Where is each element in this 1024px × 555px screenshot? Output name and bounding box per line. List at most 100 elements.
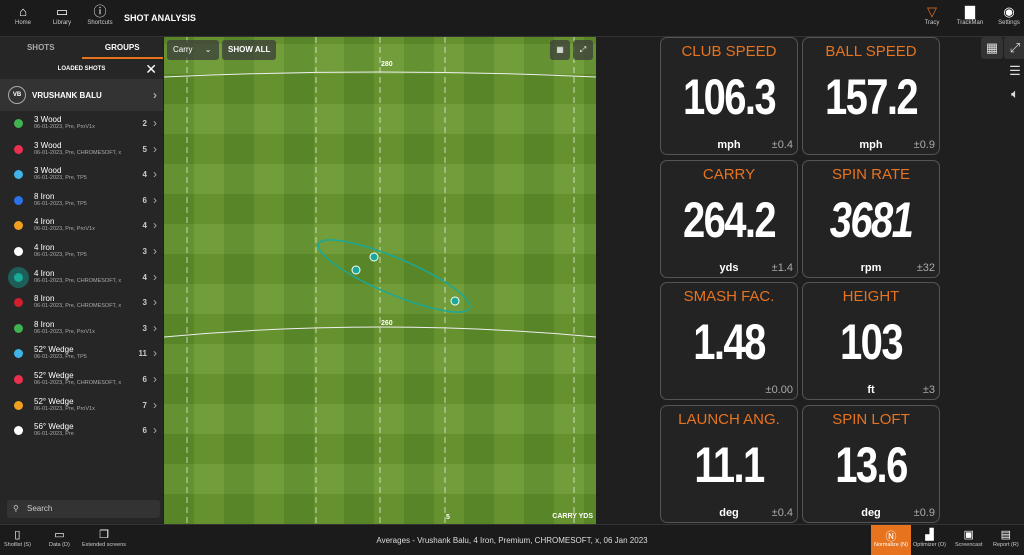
chevron-right-icon: › — [153, 320, 157, 335]
shot-count: 3 — [142, 298, 147, 308]
chevron-right-icon: › — [153, 295, 157, 310]
tile-value: 13.6 — [835, 436, 908, 493]
tracy-icon: ▽ — [927, 4, 937, 19]
group-item[interactable]: 52° Wedge 06-01-2023, Pre, ProV1x 7 › — [0, 393, 163, 419]
shot-count: 5 — [142, 144, 147, 154]
group-item[interactable]: 8 Iron 06-01-2023, Pre, TP5 6 › — [0, 188, 163, 214]
ball-icon — [14, 195, 23, 205]
unit-label: CARRY YDS — [552, 513, 593, 520]
group-item[interactable]: 8 Iron 06-01-2023, Pre, ProV1x 3 › — [0, 316, 163, 342]
tile-deviation: ±0.4 — [771, 139, 793, 151]
shot-count: 2 — [142, 119, 147, 128]
tile-label: LAUNCH ANG. — [678, 410, 780, 428]
search-input[interactable]: ⚲ Search — [7, 500, 160, 518]
tile-carry[interactable]: CARRY 264.2 yds ±1.4 — [660, 159, 798, 278]
tile-height[interactable]: HEIGHT 103 ft ±3 — [802, 282, 940, 400]
avatar: VB — [8, 86, 26, 104]
field-overlay — [164, 37, 596, 524]
tab-groups[interactable]: GROUPS — [81, 37, 163, 59]
ball-icon — [14, 272, 23, 282]
metric-dropdown[interactable]: Carry ⌄ — [167, 40, 219, 60]
player-name: VRUSHANK BALU — [32, 90, 102, 100]
settings-icon: ◉ — [1003, 4, 1015, 19]
tile-spin-loft[interactable]: SPIN LOFT 13.6 deg ±0.9 — [802, 404, 940, 523]
tile-value: 157.2 — [824, 69, 919, 125]
top-bar: ⌂ Home ▭ Library ⓘ Shortcuts SHOT ANALYSIS … — [0, 0, 1024, 37]
settings-button[interactable]: ◉ Settings — [989, 4, 1024, 26]
group-item[interactable]: 3 Wood 06-01-2023, Pre, ProV1x 2 › — [0, 111, 163, 137]
shot-count: 4 — [142, 272, 147, 282]
fullscreen-button[interactable]: ⤢ — [573, 40, 593, 60]
search-icon: ⚲ — [13, 504, 19, 513]
chevron-right-icon: › — [153, 141, 157, 156]
fullscreen-icon[interactable]: ⤢ — [1004, 37, 1024, 59]
player-row[interactable]: VB VRUSHANK BALU › — [0, 79, 163, 111]
tile-club-speed[interactable]: CLUB SPEED 106.3 mph ±0.4 — [660, 37, 798, 155]
ball-icon — [14, 144, 23, 154]
tab-shots[interactable]: SHOTS — [0, 37, 82, 59]
group-item[interactable]: 3 Wood 06-01-2023, Pre, TP5 4 › — [0, 162, 163, 188]
normalize-button[interactable]: Ⓝ Normalize (N) — [871, 525, 911, 555]
distance-label-280: 280 — [381, 61, 393, 68]
tile-ball-speed[interactable]: BALL SPEED 157.2 mph ±0.9 — [802, 37, 940, 155]
tile-launch-ang[interactable]: LAUNCH ANG. 11.1 deg ±0.4 — [660, 404, 798, 523]
home-button[interactable]: ⌂ Home — [3, 4, 43, 26]
chart-icon: ▟ — [925, 529, 934, 541]
group-item[interactable]: 52° Wedge 06-01-2023, Pre, CHROMESOFT, x… — [0, 367, 163, 393]
tile-deviation: ±0.4 — [771, 506, 793, 519]
group-item[interactable]: 52° Wedge 06-01-2023, Pre, TP5 11 › — [0, 341, 163, 367]
chevron-right-icon: › — [153, 397, 157, 412]
shot-count: 7 — [142, 400, 147, 410]
shot-point — [369, 252, 379, 262]
ball-icon — [14, 400, 23, 410]
group-item[interactable]: 56° Wedge 06-01-2023, Pre 6 › — [0, 418, 163, 444]
library-button[interactable]: ▭ Library — [42, 4, 82, 26]
tile-label: HEIGHT — [842, 288, 900, 305]
shot-count: 6 — [142, 426, 147, 436]
group-item[interactable]: 3 Wood 06-01-2023, Pre, CHROMESOFT, x 5 … — [0, 137, 163, 163]
group-item[interactable]: 4 Iron 06-01-2023, Pre, TP5 3 › — [0, 239, 163, 265]
ball-icon — [14, 349, 23, 359]
shot-count: 11 — [138, 349, 147, 359]
chevron-right-icon: › — [153, 167, 157, 182]
screencast-icon: ▣ — [963, 529, 974, 541]
help-icon: ⓘ — [93, 4, 107, 19]
tile-smash-fac[interactable]: SMASH FAC. 1.48 ±0.00 — [660, 282, 798, 400]
group-item[interactable]: 8 Iron 06-01-2023, Pre, CHROMESOFT, x 3 … — [0, 290, 163, 316]
close-icon[interactable]: ✕ — [145, 59, 157, 79]
tile-label: SPIN LOFT — [832, 410, 910, 428]
chevron-down-icon: ⌄ — [204, 45, 212, 54]
show-all-button[interactable]: SHOW ALL — [222, 40, 277, 60]
chevron-right-icon: › — [153, 192, 157, 207]
tile-value: 103 — [840, 314, 904, 370]
trackman-button[interactable]: ▇ TrackMan — [950, 4, 990, 26]
trackman-icon: ▇ — [965, 4, 975, 19]
tile-deviation: ±32 — [916, 261, 935, 274]
ball-icon — [14, 426, 23, 436]
bottom-bar: ▯ Shotlist (S) ▭ Data (D) ❐ Extended screen… — [0, 524, 1024, 555]
chevron-right-icon: › — [153, 423, 157, 438]
shot-count: 6 — [142, 195, 147, 205]
group-item[interactable]: 4 Iron 06-01-2023, Pre, CHROMESOFT, x 4 … — [0, 265, 163, 291]
ball-icon — [14, 374, 23, 384]
tile-deviation: ±1.4 — [771, 261, 793, 274]
optimizer-button[interactable]: ▟ Optimizer (O) — [913, 528, 946, 548]
tile-deviation: ±3 — [922, 384, 935, 396]
layout-grid-button[interactable]: ▦ — [550, 40, 570, 60]
tile-label: SMASH FAC. — [683, 288, 775, 305]
lateral-label: 5 — [446, 514, 450, 521]
tracy-button[interactable]: ▽ Tracy — [912, 4, 952, 26]
tile-value: 1.48 — [693, 314, 766, 370]
shot-count: 6 — [142, 374, 147, 384]
layout-grid-icon[interactable]: ▦ — [981, 37, 1003, 59]
sliders-icon[interactable]: ☰ — [1004, 60, 1024, 82]
screencast-button[interactable]: ▣ Screencast — [955, 528, 983, 548]
volume-icon[interactable]: 🔈︎ — [1004, 83, 1024, 105]
chevron-right-icon: › — [153, 218, 157, 233]
loaded-shots-label: LOADED SHOTS — [57, 66, 106, 72]
report-button[interactable]: ▤ Report (R) — [993, 528, 1019, 548]
shortcuts-button[interactable]: ⓘ Shortcuts — [80, 4, 120, 26]
chevron-right-icon: › — [153, 116, 157, 130]
tile-spin-rate[interactable]: SPIN RATE 3681 rpm ±32 — [802, 159, 940, 278]
group-item[interactable]: 4 Iron 06-01-2023, Pre, ProV1x 4 › — [0, 213, 163, 239]
